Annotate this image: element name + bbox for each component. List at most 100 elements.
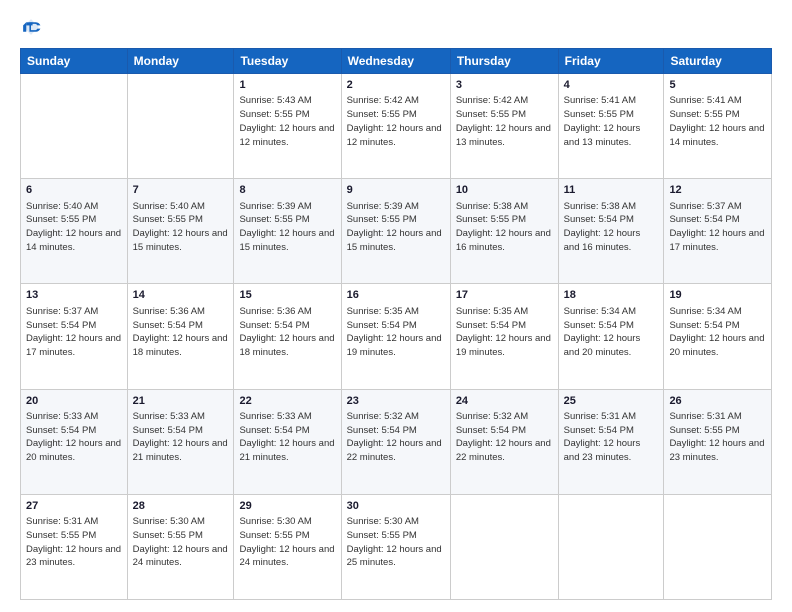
calendar-cell: 21Sunrise: 5:33 AM Sunset: 5:54 PM Dayli… xyxy=(127,389,234,494)
calendar-cell: 14 Sunrise: 5:36 AM Sunset: 5:54 PM Dayli… xyxy=(127,284,234,389)
calendar-cell xyxy=(558,494,664,599)
day-number: 26 xyxy=(669,394,766,409)
day-info: Sunrise: 5:36 AM Sunset: 5:54 PM Dayligh… xyxy=(239,305,335,360)
col-header-sunday: Sunday xyxy=(21,49,128,74)
calendar-cell: 15 Sunrise: 5:36 AM Sunset: 5:54 PM Dayli… xyxy=(234,284,341,389)
day-number: 30 xyxy=(347,499,445,514)
generalblue-logo-icon xyxy=(20,16,42,38)
calendar-cell: 30Sunrise: 5:30 AM Sunset: 5:55 PM Dayli… xyxy=(341,494,450,599)
day-number: 24 xyxy=(456,394,553,409)
day-info: Sunrise: 5:33 AM Sunset: 5:54 PM Dayligh… xyxy=(133,410,229,465)
week-row-1: 1Sunrise: 5:43 AM Sunset: 5:55 PM Daylig… xyxy=(21,74,772,179)
col-header-saturday: Saturday xyxy=(664,49,772,74)
day-number: 12 xyxy=(669,183,766,198)
day-info: Sunrise: 5:33 AM Sunset: 5:54 PM Dayligh… xyxy=(239,410,335,465)
calendar-cell xyxy=(450,494,558,599)
day-info: Sunrise: 5:34 AM Sunset: 5:54 PM Dayligh… xyxy=(669,305,766,360)
day-number: 5 xyxy=(669,78,766,93)
calendar-cell: 26Sunrise: 5:31 AM Sunset: 5:55 PM Dayli… xyxy=(664,389,772,494)
day-info: Sunrise: 5:37 AM Sunset: 5:54 PM Dayligh… xyxy=(669,200,766,255)
calendar-cell: 16 Sunrise: 5:35 AM Sunset: 5:54 PM Dayli… xyxy=(341,284,450,389)
day-number: 1 xyxy=(239,78,335,93)
week-row-5: 27Sunrise: 5:31 AM Sunset: 5:55 PM Dayli… xyxy=(21,494,772,599)
calendar-cell: 28Sunrise: 5:30 AM Sunset: 5:55 PM Dayli… xyxy=(127,494,234,599)
day-info: Sunrise: 5:40 AM Sunset: 5:55 PM Dayligh… xyxy=(133,200,229,255)
day-info: Sunrise: 5:41 AM Sunset: 5:55 PM Dayligh… xyxy=(564,94,659,149)
calendar-cell: 12 Sunrise: 5:37 AM Sunset: 5:54 PM Dayli… xyxy=(664,179,772,284)
calendar-cell: 7 Sunrise: 5:40 AM Sunset: 5:55 PM Daylig… xyxy=(127,179,234,284)
calendar-header-row: SundayMondayTuesdayWednesdayThursdayFrid… xyxy=(21,49,772,74)
week-row-3: 13 Sunrise: 5:37 AM Sunset: 5:54 PM Dayli… xyxy=(21,284,772,389)
calendar-cell: 25Sunrise: 5:31 AM Sunset: 5:54 PM Dayli… xyxy=(558,389,664,494)
day-info: Sunrise: 5:35 AM Sunset: 5:54 PM Dayligh… xyxy=(347,305,445,360)
day-info: Sunrise: 5:39 AM Sunset: 5:55 PM Dayligh… xyxy=(347,200,445,255)
day-number: 4 xyxy=(564,78,659,93)
calendar-cell: 8 Sunrise: 5:39 AM Sunset: 5:55 PM Daylig… xyxy=(234,179,341,284)
calendar-cell: 11Sunrise: 5:38 AM Sunset: 5:54 PM Dayli… xyxy=(558,179,664,284)
day-number: 8 xyxy=(239,183,335,198)
day-number: 28 xyxy=(133,499,229,514)
day-info: Sunrise: 5:30 AM Sunset: 5:55 PM Dayligh… xyxy=(133,515,229,570)
day-info: Sunrise: 5:39 AM Sunset: 5:55 PM Dayligh… xyxy=(239,200,335,255)
calendar-cell: 24Sunrise: 5:32 AM Sunset: 5:54 PM Dayli… xyxy=(450,389,558,494)
calendar-table: SundayMondayTuesdayWednesdayThursdayFrid… xyxy=(20,48,772,600)
day-info: Sunrise: 5:42 AM Sunset: 5:55 PM Dayligh… xyxy=(347,94,445,149)
day-number: 18 xyxy=(564,288,659,303)
col-header-wednesday: Wednesday xyxy=(341,49,450,74)
day-number: 9 xyxy=(347,183,445,198)
day-info: Sunrise: 5:33 AM Sunset: 5:54 PM Dayligh… xyxy=(26,410,122,465)
page: SundayMondayTuesdayWednesdayThursdayFrid… xyxy=(0,0,792,612)
col-header-monday: Monday xyxy=(127,49,234,74)
calendar-cell: 27Sunrise: 5:31 AM Sunset: 5:55 PM Dayli… xyxy=(21,494,128,599)
calendar-cell: 10 Sunrise: 5:38 AM Sunset: 5:55 PM Dayli… xyxy=(450,179,558,284)
day-info: Sunrise: 5:38 AM Sunset: 5:55 PM Dayligh… xyxy=(456,200,553,255)
calendar-cell: 20Sunrise: 5:33 AM Sunset: 5:54 PM Dayli… xyxy=(21,389,128,494)
calendar-cell: 17 Sunrise: 5:35 AM Sunset: 5:54 PM Dayli… xyxy=(450,284,558,389)
col-header-thursday: Thursday xyxy=(450,49,558,74)
col-header-friday: Friday xyxy=(558,49,664,74)
day-number: 11 xyxy=(564,183,659,198)
calendar-cell: 19 Sunrise: 5:34 AM Sunset: 5:54 PM Dayli… xyxy=(664,284,772,389)
day-info: Sunrise: 5:34 AM Sunset: 5:54 PM Dayligh… xyxy=(564,305,659,360)
day-info: Sunrise: 5:31 AM Sunset: 5:55 PM Dayligh… xyxy=(669,410,766,465)
day-number: 23 xyxy=(347,394,445,409)
day-number: 17 xyxy=(456,288,553,303)
col-header-tuesday: Tuesday xyxy=(234,49,341,74)
calendar-cell: 29Sunrise: 5:30 AM Sunset: 5:55 PM Dayli… xyxy=(234,494,341,599)
calendar-cell: 18 Sunrise: 5:34 AM Sunset: 5:54 PM Dayli… xyxy=(558,284,664,389)
day-info: Sunrise: 5:30 AM Sunset: 5:55 PM Dayligh… xyxy=(347,515,445,570)
day-info: Sunrise: 5:37 AM Sunset: 5:54 PM Dayligh… xyxy=(26,305,122,360)
day-info: Sunrise: 5:35 AM Sunset: 5:54 PM Dayligh… xyxy=(456,305,553,360)
day-number: 27 xyxy=(26,499,122,514)
day-number: 2 xyxy=(347,78,445,93)
day-number: 16 xyxy=(347,288,445,303)
calendar-cell: 9 Sunrise: 5:39 AM Sunset: 5:55 PM Daylig… xyxy=(341,179,450,284)
day-number: 3 xyxy=(456,78,553,93)
day-number: 10 xyxy=(456,183,553,198)
calendar-cell: 5Sunrise: 5:41 AM Sunset: 5:55 PM Daylig… xyxy=(664,74,772,179)
day-number: 19 xyxy=(669,288,766,303)
day-number: 21 xyxy=(133,394,229,409)
day-number: 7 xyxy=(133,183,229,198)
day-number: 14 xyxy=(133,288,229,303)
day-number: 25 xyxy=(564,394,659,409)
calendar-cell: 22Sunrise: 5:33 AM Sunset: 5:54 PM Dayli… xyxy=(234,389,341,494)
day-number: 13 xyxy=(26,288,122,303)
calendar-cell: 6Sunrise: 5:40 AM Sunset: 5:55 PM Daylig… xyxy=(21,179,128,284)
day-number: 22 xyxy=(239,394,335,409)
day-info: Sunrise: 5:42 AM Sunset: 5:55 PM Dayligh… xyxy=(456,94,553,149)
calendar-cell xyxy=(21,74,128,179)
calendar-cell: 1Sunrise: 5:43 AM Sunset: 5:55 PM Daylig… xyxy=(234,74,341,179)
day-info: Sunrise: 5:41 AM Sunset: 5:55 PM Dayligh… xyxy=(669,94,766,149)
calendar-cell xyxy=(664,494,772,599)
calendar-cell: 2Sunrise: 5:42 AM Sunset: 5:55 PM Daylig… xyxy=(341,74,450,179)
day-info: Sunrise: 5:36 AM Sunset: 5:54 PM Dayligh… xyxy=(133,305,229,360)
day-info: Sunrise: 5:31 AM Sunset: 5:54 PM Dayligh… xyxy=(564,410,659,465)
calendar-cell: 23Sunrise: 5:32 AM Sunset: 5:54 PM Dayli… xyxy=(341,389,450,494)
week-row-4: 20Sunrise: 5:33 AM Sunset: 5:54 PM Dayli… xyxy=(21,389,772,494)
day-number: 29 xyxy=(239,499,335,514)
calendar-cell: 4Sunrise: 5:41 AM Sunset: 5:55 PM Daylig… xyxy=(558,74,664,179)
day-number: 15 xyxy=(239,288,335,303)
day-info: Sunrise: 5:30 AM Sunset: 5:55 PM Dayligh… xyxy=(239,515,335,570)
day-number: 6 xyxy=(26,183,122,198)
